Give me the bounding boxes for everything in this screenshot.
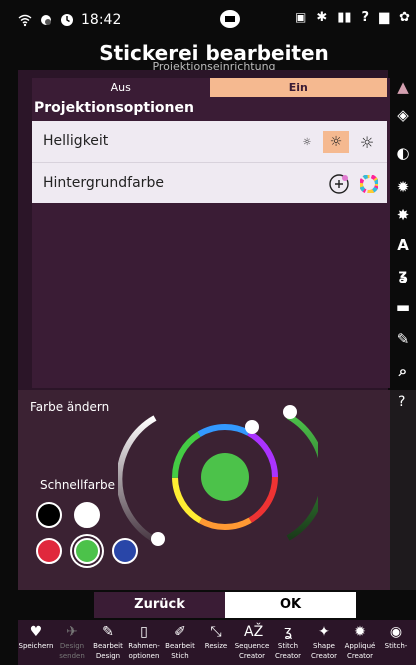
tool-sequence-creator[interactable]: AŽ Sequence Creator [234,620,270,665]
add-color-icon[interactable] [328,173,350,195]
swatch-red[interactable] [36,538,62,564]
swatch-blue[interactable] [112,538,138,564]
resize-icon: ⤡ [210,624,222,640]
edit-design-icon: ✎ [102,624,114,640]
layers-icon[interactable]: ◈ [394,106,412,124]
help-icon[interactable]: ? [398,394,405,410]
change-color-label: Farbe ändern [30,400,110,414]
tool-applique-creator[interactable]: ✹ Appliqué Creator [342,620,378,665]
brightness-label: Helligkeit [43,133,109,149]
saturation-handle[interactable] [283,405,297,419]
settings-badge-icon [41,15,51,25]
section-title: Projektionsoptionen [34,100,194,116]
options-list: Helligkeit ☼ ☼ ☼ Hintergrundfarbe [32,121,387,203]
settings-icon[interactable]: ✹ [394,178,412,196]
brightness-handle[interactable] [151,532,165,546]
dialog-buttons: Zurück OK [94,592,356,618]
brightness-low-button[interactable]: ☼ [294,131,320,153]
send-icon: ✈ [66,624,78,640]
tool-edit-design[interactable]: ✎ Bearbeit Design [90,620,126,665]
tool-save[interactable]: ♥ Speichern [18,620,54,665]
bluetooth-icon: ✱ [316,10,328,25]
brightness-arc[interactable] [118,415,157,543]
back-button[interactable]: Zurück [94,592,225,618]
background-color-label: Hintergrundfarbe [43,175,164,191]
stitch-settings-icon[interactable]: ✸ [394,206,412,224]
tool-send-design[interactable]: ✈ Design senden [54,620,90,665]
pen-icon[interactable]: ✎ [394,330,412,348]
sidebar-menu-icon[interactable]: ▲ [394,78,412,96]
swatch-green[interactable] [74,538,100,564]
frame-icon: ▯ [140,624,148,640]
search-icon[interactable]: ⌕ [394,362,412,380]
wifi-icon [18,14,32,27]
toggle-off[interactable]: Aus [32,78,210,97]
toggle-on[interactable]: Ein [209,78,387,97]
title-bar: Stickerei bearbeiten Projektionseinricht… [18,38,410,73]
screen-icon: ▆ [379,10,390,25]
gear-icon[interactable]: ✿ [399,10,410,25]
sun-medium-icon: ☼ [329,134,343,150]
book-icon: ▮▮ [337,10,352,25]
sun-large-icon: ☼ [359,132,375,152]
tool-stitch[interactable]: ◉ Stitch- [378,620,414,665]
tool-stitch-creator[interactable]: ʓ Stitch Creator [270,620,306,665]
zigzag-icon[interactable]: ʓ [394,266,412,284]
selected-color-preview [201,453,249,501]
palette-icon[interactable]: ◐ [394,144,412,162]
right-sidebar: ▲ ◈ ◐ ✹ ✸ A ʓ ▬ ✎ ⌕ [390,70,416,390]
nfc-icon: ▣ [294,10,307,24]
saturation-arc[interactable] [286,413,318,541]
applique-icon: ✹ [354,624,366,640]
main-panel [18,70,402,390]
help-icon: ? [361,10,370,25]
sun-small-icon: ☼ [302,136,312,148]
quick-color-label: Schnellfarbe [40,478,115,492]
ok-button[interactable]: OK [225,592,356,618]
color-panel: Farbe ändern Schnellfarbe [18,390,390,590]
stitch-icon: ◉ [389,624,403,640]
text-icon[interactable]: A [394,236,412,254]
folder-icon[interactable]: ▬ [394,298,412,316]
status-bar: 18:42 ▣ ✱ ▮▮ ? ▆ ✿ [18,8,410,32]
status-time: 18:42 [81,12,122,28]
shape-creator-icon: ✦ [318,624,330,640]
color-wheel-icon[interactable] [360,175,378,193]
tool-resize[interactable]: ⤡ Resize [198,620,234,665]
app-frame: 18:42 ▣ ✱ ▮▮ ? ▆ ✿ Stickerei bearbeiten … [0,0,416,665]
brightness-row: Helligkeit ☼ ☼ ☼ [32,121,387,162]
brightness-medium-button[interactable]: ☼ [323,131,349,153]
swatch-white[interactable] [74,502,100,528]
sequence-icon: AŽ [244,624,264,640]
color-picker[interactable] [118,402,318,552]
tool-frame-options[interactable]: ▯ Rahmen-optionen [126,620,162,665]
hue-handle[interactable] [245,420,259,434]
stitch-creator-icon: ʓ [283,624,293,640]
device-icon [220,10,240,28]
projection-toggle[interactable]: Aus Ein [32,78,387,97]
clock-icon [61,14,73,26]
tool-shape-creator[interactable]: ✦ Shape Creator [306,620,342,665]
swatch-black[interactable] [36,502,62,528]
tool-edit-stitch[interactable]: ✐ Bearbeit Stich [162,620,198,665]
heart-icon: ♥ [29,624,43,640]
brightness-high-button[interactable]: ☼ [354,131,380,153]
right-edge-panel: ? [390,390,416,590]
background-color-row: Hintergrundfarbe [32,163,387,204]
edit-stitch-icon: ✐ [174,624,186,640]
bottom-toolbar: ♥ Speichern ✈ Design senden ✎ Bearbeit Design… [18,620,416,665]
